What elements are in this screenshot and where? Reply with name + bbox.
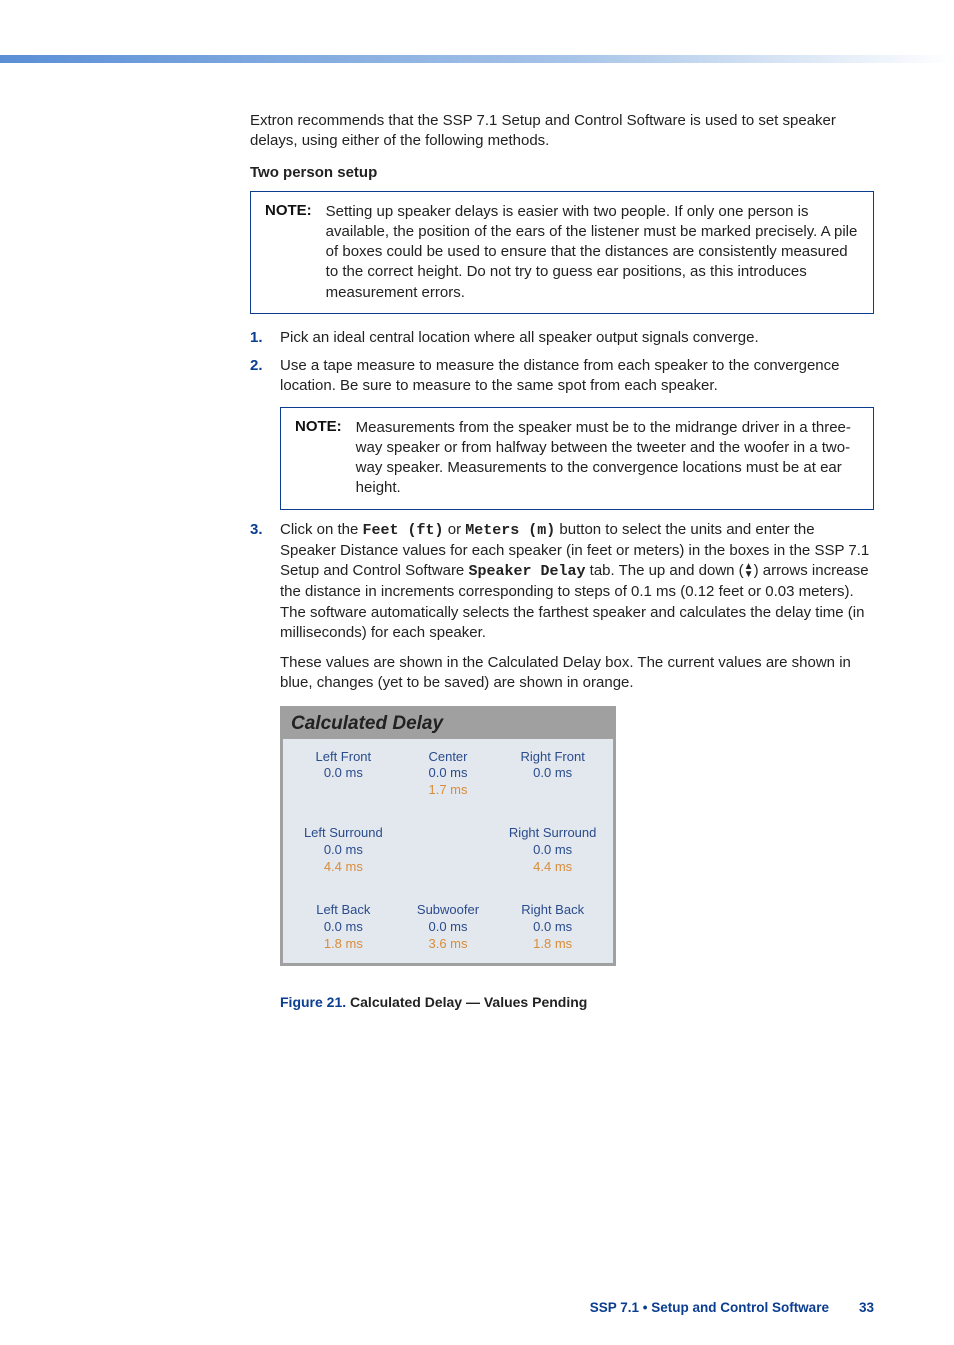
note-box-1: NOTE: Setting up speaker delays is easie… [250, 191, 874, 314]
cell-center: Center 0.0 ms 1.7 ms [396, 749, 501, 800]
cell-current: 0.0 ms [291, 919, 396, 936]
header-accent-bar [0, 55, 954, 63]
cell-pending: 1.8 ms [291, 936, 396, 953]
cell-empty [396, 825, 501, 876]
panel-title: Calculated Delay [283, 709, 613, 739]
cell-pending: 4.4 ms [500, 859, 605, 876]
footer-page-number: 33 [859, 1300, 874, 1315]
figure-caption: Figure 21. Calculated Delay — Values Pen… [250, 994, 874, 1010]
cell-pending: 1.7 ms [396, 782, 501, 799]
footer-title: SSP 7.1 • Setup and Control Software [590, 1300, 829, 1315]
figure-label: Figure 21. [280, 994, 346, 1010]
cell-current: 0.0 ms [500, 765, 605, 782]
step-3-part: or [444, 521, 466, 538]
steps-list: Pick an ideal central location where all… [250, 328, 874, 397]
step-2: Use a tape measure to measure the distan… [250, 356, 874, 397]
note-label: NOTE: [295, 418, 342, 499]
section-subhead: Two person setup [250, 164, 874, 181]
cell-name: Right Surround [500, 825, 605, 842]
cell-name: Left Surround [291, 825, 396, 842]
cell-current: 0.0 ms [396, 765, 501, 782]
cell-name: Left Front [291, 749, 396, 766]
cell-left-front: Left Front 0.0 ms [291, 749, 396, 800]
cell-left-surround: Left Surround 0.0 ms 4.4 ms [291, 825, 396, 876]
note-box-2: NOTE: Measurements from the speaker must… [280, 407, 874, 510]
cell-pending: 3.6 ms [396, 936, 501, 953]
cell-current: 0.0 ms [396, 919, 501, 936]
step-1-text: Pick an ideal central location where all… [280, 329, 759, 346]
up-down-arrows-icon: ▲▼ [744, 563, 754, 579]
cell-pending: 4.4 ms [291, 859, 396, 876]
step-1: Pick an ideal central location where all… [250, 328, 874, 348]
note-text: Measurements from the speaker must be to… [356, 418, 859, 499]
meters-button-label: Meters (m) [465, 522, 555, 539]
cell-name: Subwoofer [396, 902, 501, 919]
page-footer: SSP 7.1 • Setup and Control Software 33 [0, 1050, 954, 1345]
feet-button-label: Feet (ft) [363, 522, 444, 539]
step-2-text: Use a tape measure to measure the distan… [280, 357, 839, 394]
cell-right-back: Right Back 0.0 ms 1.8 ms [500, 902, 605, 953]
intro-paragraph: Extron recommends that the SSP 7.1 Setup… [250, 111, 874, 152]
cell-right-surround: Right Surround 0.0 ms 4.4 ms [500, 825, 605, 876]
cell-name: Right Back [500, 902, 605, 919]
calculated-delay-panel: Calculated Delay Left Front 0.0 ms Cente… [280, 706, 616, 966]
cell-left-back: Left Back 0.0 ms 1.8 ms [291, 902, 396, 953]
step-3-extra: These values are shown in the Calculated… [250, 653, 874, 694]
note-text: Setting up speaker delays is easier with… [326, 202, 859, 303]
cell-pending: 1.8 ms [500, 936, 605, 953]
cell-name: Left Back [291, 902, 396, 919]
step-3-part: tab. The up and down ( [585, 562, 743, 579]
cell-name: Right Front [500, 749, 605, 766]
cell-current: 0.0 ms [500, 919, 605, 936]
panel-grid: Left Front 0.0 ms Center 0.0 ms 1.7 ms R… [283, 739, 613, 963]
steps-list-cont: Click on the Feet (ft) or Meters (m) but… [250, 520, 874, 644]
step-3: Click on the Feet (ft) or Meters (m) but… [250, 520, 874, 644]
cell-current: 0.0 ms [291, 765, 396, 782]
note-label: NOTE: [265, 202, 312, 303]
cell-name: Center [396, 749, 501, 766]
page-content: Extron recommends that the SSP 7.1 Setup… [0, 63, 954, 1050]
cell-current: 0.0 ms [500, 842, 605, 859]
cell-current: 0.0 ms [291, 842, 396, 859]
step-3-part: Click on the [280, 521, 363, 538]
speaker-delay-tab-label: Speaker Delay [468, 563, 585, 580]
cell-right-front: Right Front 0.0 ms [500, 749, 605, 800]
figure-text: Calculated Delay — Values Pending [346, 994, 587, 1010]
cell-subwoofer: Subwoofer 0.0 ms 3.6 ms [396, 902, 501, 953]
